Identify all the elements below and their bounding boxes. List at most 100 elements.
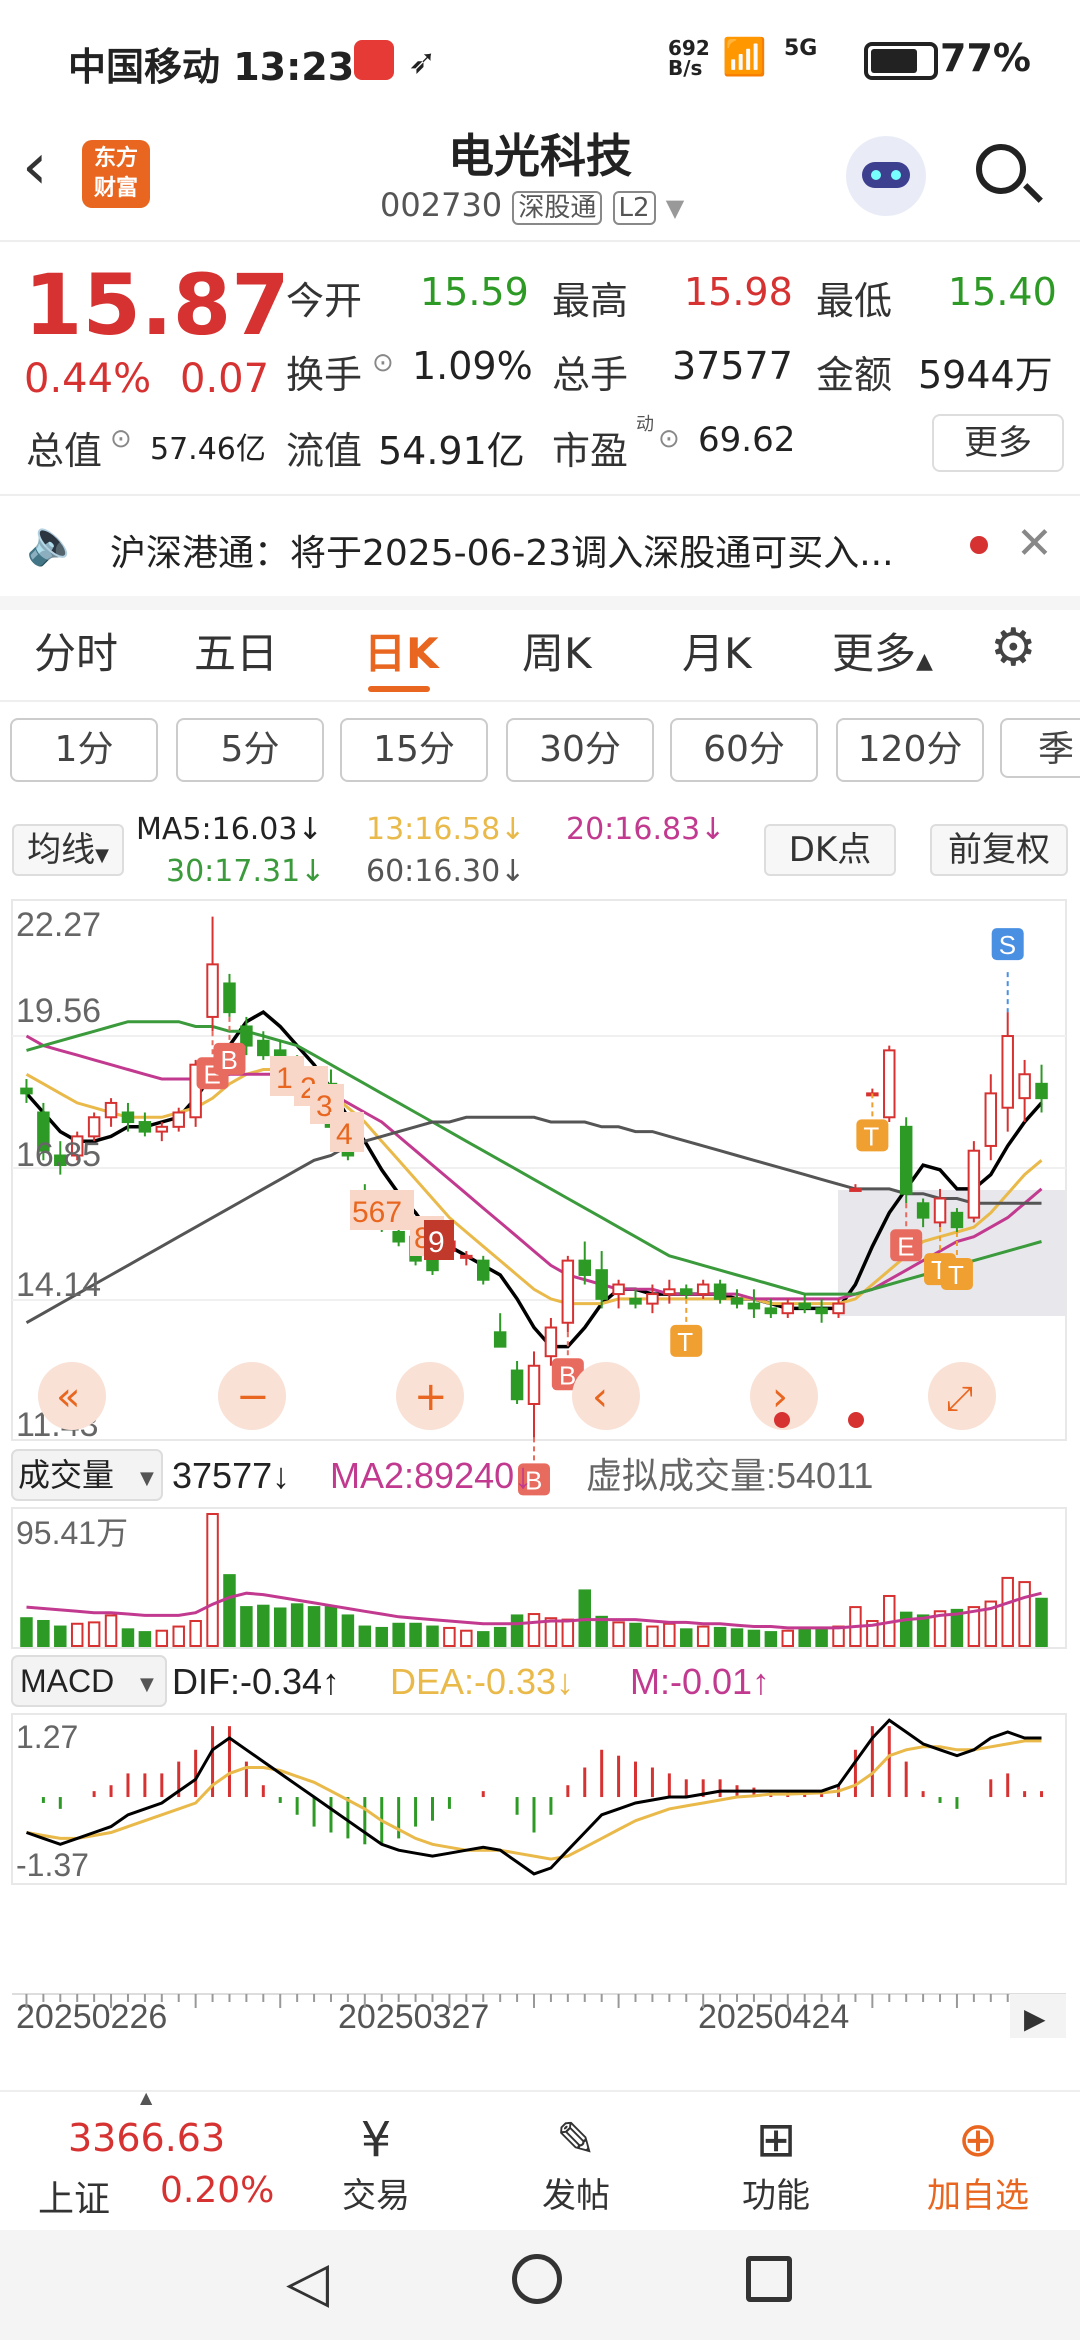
volume-bar (493, 1626, 507, 1647)
candle (680, 1288, 693, 1296)
interval-15min[interactable]: 15分 (340, 718, 488, 782)
volume-bar (832, 1625, 845, 1647)
price-axis-2: 16.85 (16, 1136, 101, 1174)
nav-post[interactable]: ✎ 发帖 (496, 2112, 656, 2217)
chevron-down-icon[interactable]: ▼ (666, 194, 684, 222)
tab-intraday[interactable]: 分时 (34, 620, 118, 681)
notice-bar[interactable]: 🔈 沪深港通：将于2025-06-23调入深股通可买入... ✕ (0, 494, 1080, 610)
event-dot (848, 1412, 864, 1428)
date-label-2: 20250424 (698, 1998, 849, 2036)
interval-120min[interactable]: 120分 (836, 718, 984, 782)
info-icon[interactable]: ⊙ (372, 348, 394, 378)
turnover-value: 1.09% (412, 344, 533, 388)
pe-label: 市盈 (552, 429, 629, 473)
candle (764, 1307, 778, 1315)
volume-bar (477, 1631, 490, 1648)
volume-bar (290, 1603, 304, 1648)
candle (933, 1197, 947, 1224)
interval-5min[interactable]: 5分 (176, 718, 324, 782)
wifi-icon: 📶 (722, 37, 767, 78)
price-axis-1: 19.56 (16, 992, 101, 1030)
search-icon[interactable] (976, 144, 1043, 203)
volume-bar (561, 1618, 575, 1647)
robot-assistant-icon[interactable] (846, 136, 926, 216)
interval-quarter[interactable]: 季 (1000, 718, 1080, 778)
tab-more[interactable]: 更多▲ (832, 620, 933, 681)
system-recents-icon[interactable] (746, 2256, 792, 2302)
send-icon: ➶ (408, 42, 437, 82)
volume-bar (206, 1513, 219, 1647)
volume-bar (392, 1622, 405, 1648)
low-value: 15.40 (948, 270, 1057, 314)
more-button[interactable]: 更多 (932, 414, 1064, 472)
volume-bar (87, 1621, 101, 1648)
info-icon[interactable]: ⊙ (658, 424, 680, 454)
grid-icon: ⊞ (755, 2112, 797, 2168)
adjust-button[interactable]: 前复权 (930, 824, 1068, 876)
dk-point-button[interactable]: DK点 (764, 824, 896, 876)
minus-icon: − (236, 1374, 270, 1420)
status-bar: 中国移动 13:23 ➶ 692 B/s 📶 5G 77% (0, 0, 1080, 110)
candle (493, 1331, 507, 1348)
nav-add-watchlist[interactable]: ⊕ 加自选 (898, 2112, 1058, 2217)
ma60-value: 60:16.30↓ (366, 854, 526, 889)
candle (1001, 1035, 1014, 1109)
signal-marker-s: S (999, 930, 1016, 960)
notice-text: 沪深港通：将于2025-06-23调入深股通可买入... (110, 533, 894, 574)
volume-bar (375, 1626, 388, 1647)
settings-gear-icon[interactable]: ⚙ (990, 618, 1037, 678)
float-value: 54.91亿 (378, 429, 525, 473)
candle (696, 1283, 710, 1296)
close-icon[interactable]: ✕ (1016, 518, 1053, 569)
candle (392, 1230, 405, 1243)
candle (578, 1259, 591, 1276)
battery-icon (864, 42, 938, 80)
volume-bar (460, 1629, 473, 1647)
candle (155, 1125, 169, 1133)
tab-five-day[interactable]: 五日 (194, 620, 278, 681)
ma-selector[interactable]: 均线▼ (12, 824, 124, 876)
candle (138, 1121, 152, 1133)
candle (104, 1101, 118, 1119)
candle (730, 1297, 744, 1305)
volume-bar (899, 1611, 913, 1648)
system-back-icon[interactable]: ◁ (286, 2250, 329, 2315)
candle (121, 1111, 135, 1124)
nav-function-label: 功能 (742, 2176, 810, 2216)
candle (87, 1116, 101, 1138)
interval-30min[interactable]: 30分 (506, 718, 654, 782)
caret-up-icon: ▲ (140, 2088, 153, 2107)
date-label-1: 20250327 (338, 1998, 489, 2036)
index-value[interactable]: 3366.63 (68, 2116, 225, 2160)
nav-trade[interactable]: ¥ 交易 (296, 2112, 456, 2217)
kline-chart-area[interactable]: EBBBTTETTS 22.27 19.56 16.85 14.14 11.43… (0, 896, 1080, 2076)
info-icon[interactable]: ⊙ (110, 424, 132, 454)
volume-bar (781, 1629, 795, 1647)
tab-monthly-k[interactable]: 月K (682, 620, 752, 681)
index-name[interactable]: 上证 (38, 2170, 110, 2222)
interval-1min[interactable]: 1分 (10, 718, 158, 782)
volume-bar (815, 1628, 828, 1647)
index-change[interactable]: 0.20% (160, 2170, 274, 2211)
interval-60min[interactable]: 60分 (670, 718, 818, 782)
price-axis-0: 22.27 (16, 906, 101, 944)
macd-axis-bottom: -1.37 (16, 1847, 89, 1883)
volume-value: 37577↓ (172, 1455, 290, 1496)
system-home-icon[interactable] (512, 2254, 562, 2304)
ma20-value: 20:16.83↓ (566, 812, 726, 847)
tab-daily-k[interactable]: 日K (364, 620, 439, 681)
candle (1035, 1082, 1048, 1100)
volume-bar (273, 1607, 287, 1647)
net-speed: 692 B/s (668, 38, 710, 78)
candle (257, 1039, 270, 1057)
level-badge: L2 (612, 191, 656, 225)
plus-icon: + (414, 1374, 448, 1420)
candle (815, 1307, 828, 1315)
signal-zone (838, 1190, 1066, 1316)
chevron-down-icon: ▼ (140, 1468, 154, 1489)
change-amount: 0.07 (180, 356, 270, 402)
tab-weekly-k[interactable]: 周K (522, 620, 592, 681)
add-circle-icon: ⊕ (957, 2112, 999, 2168)
nav-function[interactable]: ⊞ 功能 (696, 2112, 856, 2217)
candle (223, 982, 236, 1014)
